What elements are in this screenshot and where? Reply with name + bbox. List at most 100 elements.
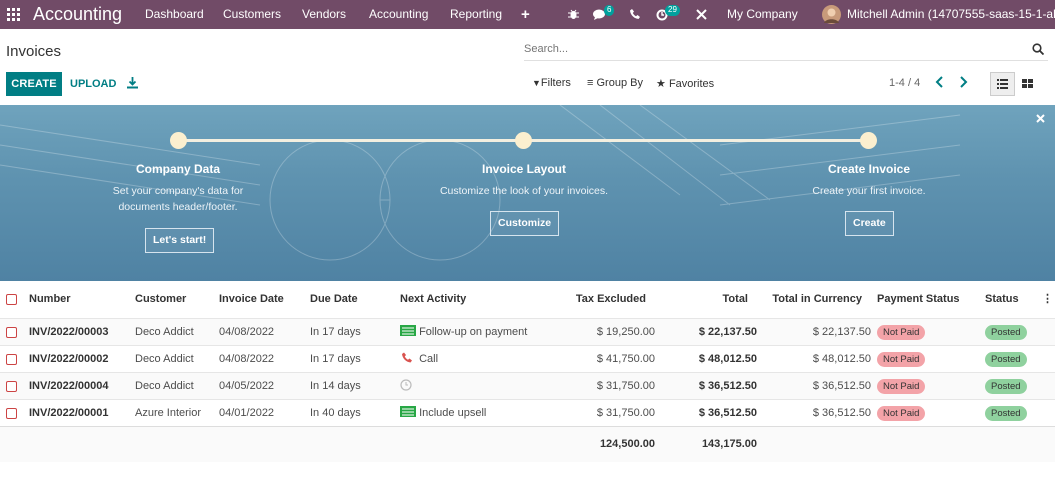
col-payment-status[interactable]: Payment Status [877, 286, 960, 312]
app-brand[interactable]: Accounting [33, 0, 122, 29]
optional-columns-icon[interactable]: ⋮ [1042, 286, 1053, 312]
payment-status-badge: Not Paid [877, 379, 926, 394]
onboarding-banner: Company Data Set your company's data for… [0, 105, 1055, 281]
col-status[interactable]: Status [985, 286, 1019, 312]
menu-vendors[interactable]: Vendors [302, 0, 346, 29]
user-menu[interactable]: Mitchell Admin (14707555-saas-15-1-all) [847, 0, 1055, 29]
step-dot-2 [515, 132, 532, 149]
cell-due-date: In 40 days [310, 407, 361, 419]
list-view-button[interactable] [990, 72, 1015, 96]
status-badge: Posted [985, 406, 1027, 421]
star-icon: ★ [656, 78, 666, 90]
row-checkbox[interactable] [6, 381, 17, 392]
cell-payment-status: Not Paid [877, 319, 926, 346]
row-checkbox[interactable] [6, 327, 17, 338]
table-row[interactable]: INV/2022/00004 Deco Addict 04/05/2022 In… [0, 372, 1055, 399]
col-customer[interactable]: Customer [135, 286, 186, 312]
row-checkbox[interactable] [6, 354, 17, 365]
cell-next-activity[interactable] [400, 373, 416, 400]
step-description-line: Create your first invoice. [812, 185, 926, 197]
cell-next-activity[interactable]: Include upsell [400, 400, 486, 427]
cell-due-date: In 14 days [310, 380, 361, 392]
col-total-currency[interactable]: Total in Currency [772, 286, 862, 312]
lets-start-button[interactable]: Let's start! [145, 228, 215, 253]
cell-total: $ 48,012.50 [698, 353, 757, 365]
cell-total: $ 22,137.50 [698, 326, 757, 338]
cell-tax-excluded: $ 41,750.00 [596, 353, 655, 365]
payment-status-badge: Not Paid [877, 325, 926, 340]
table-row[interactable]: INV/2022/00003 Deco Addict 04/08/2022 In… [0, 318, 1055, 345]
row-checkbox[interactable] [6, 408, 17, 419]
email-stack-icon [400, 406, 416, 417]
cell-status: Posted [985, 346, 1027, 373]
status-badge: Posted [985, 325, 1027, 340]
messages-count-badge: 6 [604, 5, 615, 16]
tools-icon[interactable] [696, 0, 707, 29]
email-stack-icon [400, 325, 416, 336]
cell-next-activity[interactable]: Call [400, 346, 438, 373]
step-description: Customize the look of your invoices. [404, 183, 644, 199]
pager-prev-icon[interactable] [935, 76, 944, 91]
search-icon[interactable] [1032, 43, 1045, 58]
menu-customers[interactable]: Customers [223, 0, 281, 29]
cell-total: $ 36,512.50 [698, 380, 757, 392]
table-row[interactable]: INV/2022/00002 Deco Addict 04/08/2022 In… [0, 345, 1055, 372]
step-description: Set your company's data for documents he… [58, 183, 298, 215]
cell-due-date: In 17 days [310, 353, 361, 365]
menu-accounting[interactable]: Accounting [369, 0, 428, 29]
cell-number: INV/2022/00002 [29, 353, 109, 365]
cell-status: Posted [985, 400, 1027, 427]
table-row[interactable]: INV/2022/00001 Azure Interior 04/01/2022… [0, 399, 1055, 426]
bug-icon[interactable] [568, 0, 579, 29]
col-next-activity[interactable]: Next Activity [400, 286, 466, 312]
step-dot-1 [170, 132, 187, 149]
cell-total-currency: $ 48,012.50 [812, 353, 871, 365]
plus-icon[interactable]: + [521, 0, 530, 29]
cell-payment-status: Not Paid [877, 373, 926, 400]
menu-reporting[interactable]: Reporting [450, 0, 502, 29]
cell-next-activity[interactable]: Follow-up on payment [400, 319, 527, 346]
payment-status-badge: Not Paid [877, 352, 926, 367]
col-total[interactable]: Total [680, 286, 748, 312]
cell-tax-excluded: $ 19,250.00 [596, 326, 655, 338]
cell-status: Posted [985, 319, 1027, 346]
cell-number: INV/2022/00004 [29, 380, 109, 392]
favorites-label: Favorites [668, 78, 715, 90]
create-button[interactable]: CREATE [6, 72, 62, 96]
customize-button[interactable]: Customize [490, 211, 560, 236]
pager-next-icon[interactable] [959, 76, 968, 91]
menu-dashboard[interactable]: Dashboard [145, 0, 204, 29]
download-icon[interactable] [127, 77, 138, 92]
kanban-view-button[interactable] [1016, 72, 1041, 96]
company-switcher[interactable]: My Company [727, 0, 798, 29]
filters-label: Filters [540, 77, 571, 89]
search-input[interactable] [524, 39, 1014, 59]
pager-value[interactable]: 1-4 / 4 [889, 77, 920, 89]
step-title: Create Invoice [827, 162, 911, 176]
status-badge: Posted [985, 352, 1027, 367]
cell-number: INV/2022/00003 [29, 326, 109, 338]
cell-invoice-date: 04/05/2022 [219, 380, 275, 392]
groupby-dropdown[interactable]: ≡ Group By [587, 77, 643, 89]
filters-dropdown[interactable]: ▼Filters [532, 77, 571, 89]
close-banner-icon[interactable] [1036, 112, 1045, 126]
cell-total-currency: $ 36,512.50 [812, 407, 871, 419]
create-invoice-button[interactable]: Create [845, 211, 894, 236]
clock-icon [400, 379, 412, 391]
table-totals-row: 124,500.00 143,175.00 [0, 426, 1055, 462]
col-number[interactable]: Number [29, 286, 71, 312]
apps-menu-icon[interactable] [7, 0, 21, 29]
activity-label: Include upsell [419, 407, 487, 419]
favorites-dropdown[interactable]: ★ Favorites [656, 77, 714, 90]
cell-due-date: In 17 days [310, 326, 361, 338]
col-tax-excluded[interactable]: Tax Excluded [556, 286, 646, 312]
col-due-date[interactable]: Due Date [310, 286, 358, 312]
step-description-line: documents header/footer. [118, 201, 238, 213]
user-avatar[interactable] [822, 0, 841, 29]
table-header: Number Customer Invoice Date Due Date Ne… [0, 286, 1055, 312]
select-all-checkbox[interactable] [6, 294, 17, 305]
search-bar[interactable] [524, 39, 1048, 61]
phone-icon[interactable] [630, 0, 640, 29]
upload-button[interactable]: UPLOAD [70, 72, 116, 96]
col-invoice-date[interactable]: Invoice Date [219, 286, 284, 312]
